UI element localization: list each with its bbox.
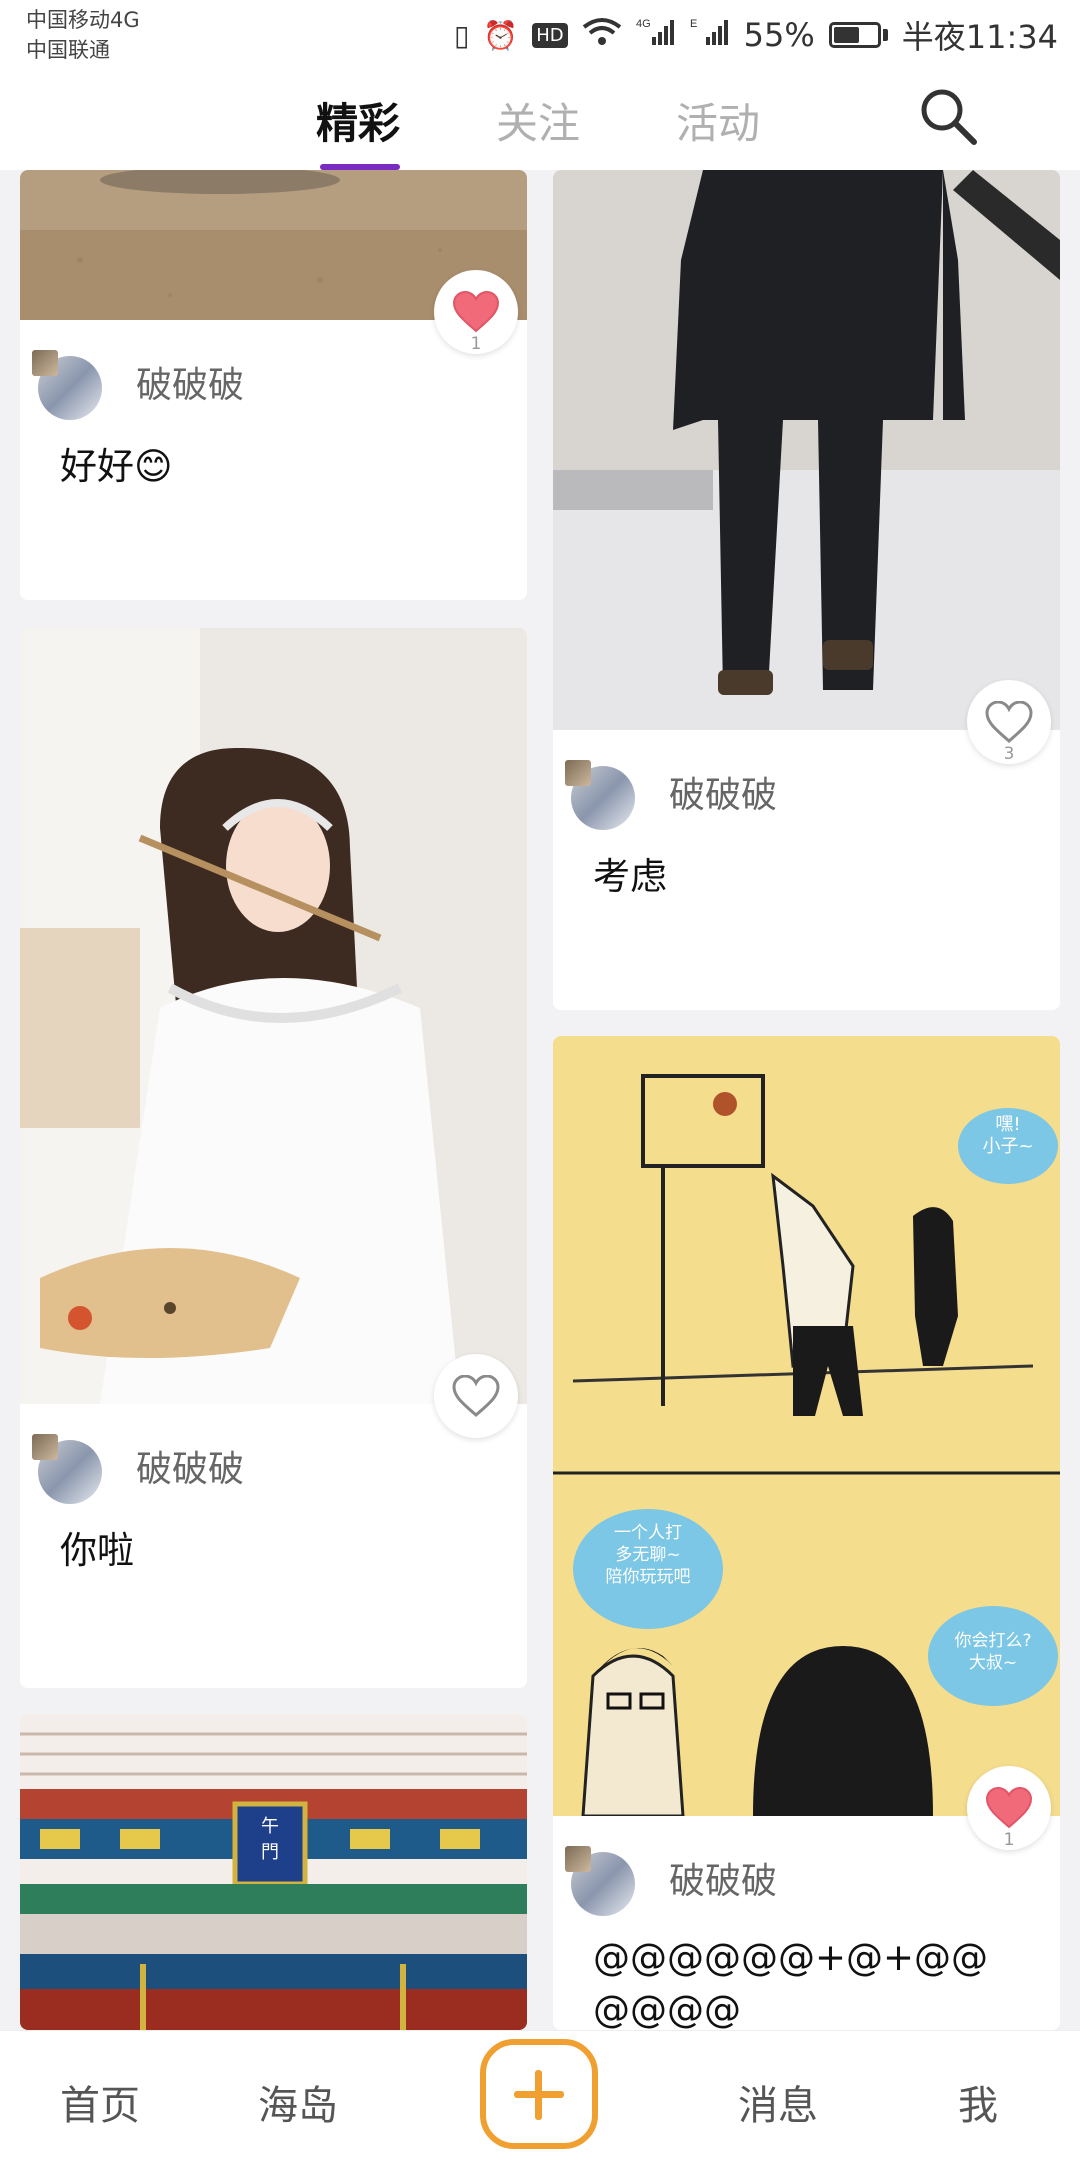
post-image[interactable]: 嘿! 小子~ 一个人打 多无聊~ 陪你玩玩吧 你会打么? 大叔~ bbox=[553, 1036, 1060, 1816]
carrier-1: 中国移动4G bbox=[26, 8, 140, 32]
username[interactable]: 破破破 bbox=[136, 356, 244, 408]
post-meta: 破破破 你啦 bbox=[20, 1404, 527, 1688]
post-card[interactable]: 嘿! 小子~ 一个人打 多无聊~ 陪你玩玩吧 你会打么? 大叔~ 破破破 @@@… bbox=[553, 1036, 1060, 2030]
post-card[interactable]: 破破破 好好😊 1 bbox=[20, 170, 527, 600]
post-card[interactable]: 破破破 考虑 3 bbox=[553, 170, 1060, 1010]
like-count: 3 bbox=[1003, 744, 1015, 764]
top-nav: 精彩 关注 活动 bbox=[0, 70, 1080, 170]
clock: 半夜11:34 bbox=[901, 18, 1058, 56]
avatar[interactable] bbox=[32, 350, 102, 420]
post-caption: 你啦 bbox=[60, 1529, 134, 1572]
nav-me[interactable]: 我 bbox=[958, 2073, 998, 2131]
post-card[interactable]: 破破破 你啦 bbox=[20, 628, 527, 1688]
signal-2-icon: E bbox=[690, 17, 730, 54]
like-count: 1 bbox=[1003, 1830, 1015, 1850]
tab-following[interactable]: 关注 bbox=[496, 90, 580, 151]
username[interactable]: 破破破 bbox=[669, 1852, 777, 1904]
add-post-button[interactable] bbox=[480, 2039, 598, 2149]
post-meta: 破破破 考虑 bbox=[553, 730, 1060, 1010]
battery-icon bbox=[828, 22, 881, 48]
avatar[interactable] bbox=[565, 1846, 635, 1916]
heart-filled-icon bbox=[985, 1787, 1033, 1829]
wifi-icon bbox=[582, 17, 622, 54]
heart-filled-icon bbox=[452, 291, 500, 333]
avatar[interactable] bbox=[565, 760, 635, 830]
avatar[interactable] bbox=[32, 1434, 102, 1504]
username[interactable]: 破破破 bbox=[136, 1440, 244, 1492]
like-count: 1 bbox=[470, 334, 482, 354]
username[interactable]: 破破破 bbox=[669, 766, 777, 818]
post-caption: 考虑 bbox=[593, 855, 667, 898]
signal-1-label: 4G bbox=[636, 18, 651, 30]
comic-bubble-text: 一个人打 多无聊~ 陪你玩玩吧 bbox=[605, 1523, 691, 1587]
gate-sign-text: 午 門 bbox=[261, 1816, 279, 1863]
post-caption: 好好😊 bbox=[60, 445, 173, 488]
alarm-icon: ⏰ bbox=[483, 18, 519, 52]
search-icon[interactable] bbox=[914, 82, 984, 152]
like-button[interactable] bbox=[434, 1354, 518, 1438]
heart-outline-icon bbox=[985, 701, 1033, 743]
post-image[interactable] bbox=[20, 628, 527, 1404]
signal-2-label: E bbox=[690, 18, 697, 30]
nav-home[interactable]: 首页 bbox=[60, 2073, 140, 2131]
bottom-nav: 首页 海岛 消息 我 bbox=[0, 2030, 1080, 2161]
tab-activity[interactable]: 活动 bbox=[676, 90, 760, 151]
battery-percent: 55% bbox=[743, 16, 815, 54]
nav-messages[interactable]: 消息 bbox=[738, 2073, 818, 2131]
status-icons: ▯ ⏰ HD 4G E 55% 半夜11:34 bbox=[454, 10, 1058, 60]
hd-icon: HD bbox=[532, 22, 568, 48]
signal-1-icon: 4G bbox=[636, 17, 676, 54]
carrier-2: 中国联通 bbox=[26, 38, 110, 62]
post-meta: 破破破 好好😊 bbox=[20, 320, 527, 600]
tab-featured[interactable]: 精彩 bbox=[316, 90, 400, 151]
vibrate-icon: ▯ bbox=[453, 18, 470, 52]
comic-bubble-text: 嘿! 小子~ bbox=[982, 1114, 1034, 1157]
post-caption: @@@@@@+@+@@@@@@ bbox=[593, 1936, 989, 2030]
status-bar: 中国移动4G 中国联通 ▯ ⏰ HD 4G E 55% 半夜11:34 bbox=[0, 0, 1080, 70]
post-image[interactable]: 午 門 bbox=[20, 1714, 527, 2030]
post-image[interactable] bbox=[553, 170, 1060, 730]
comic-bubble-text: 你会打么? 大叔~ bbox=[954, 1631, 1032, 1673]
post-card[interactable]: 午 門 bbox=[20, 1714, 527, 2030]
battery-tip bbox=[882, 29, 888, 41]
heart-outline-icon bbox=[452, 1375, 500, 1417]
nav-island[interactable]: 海岛 bbox=[258, 2073, 338, 2131]
